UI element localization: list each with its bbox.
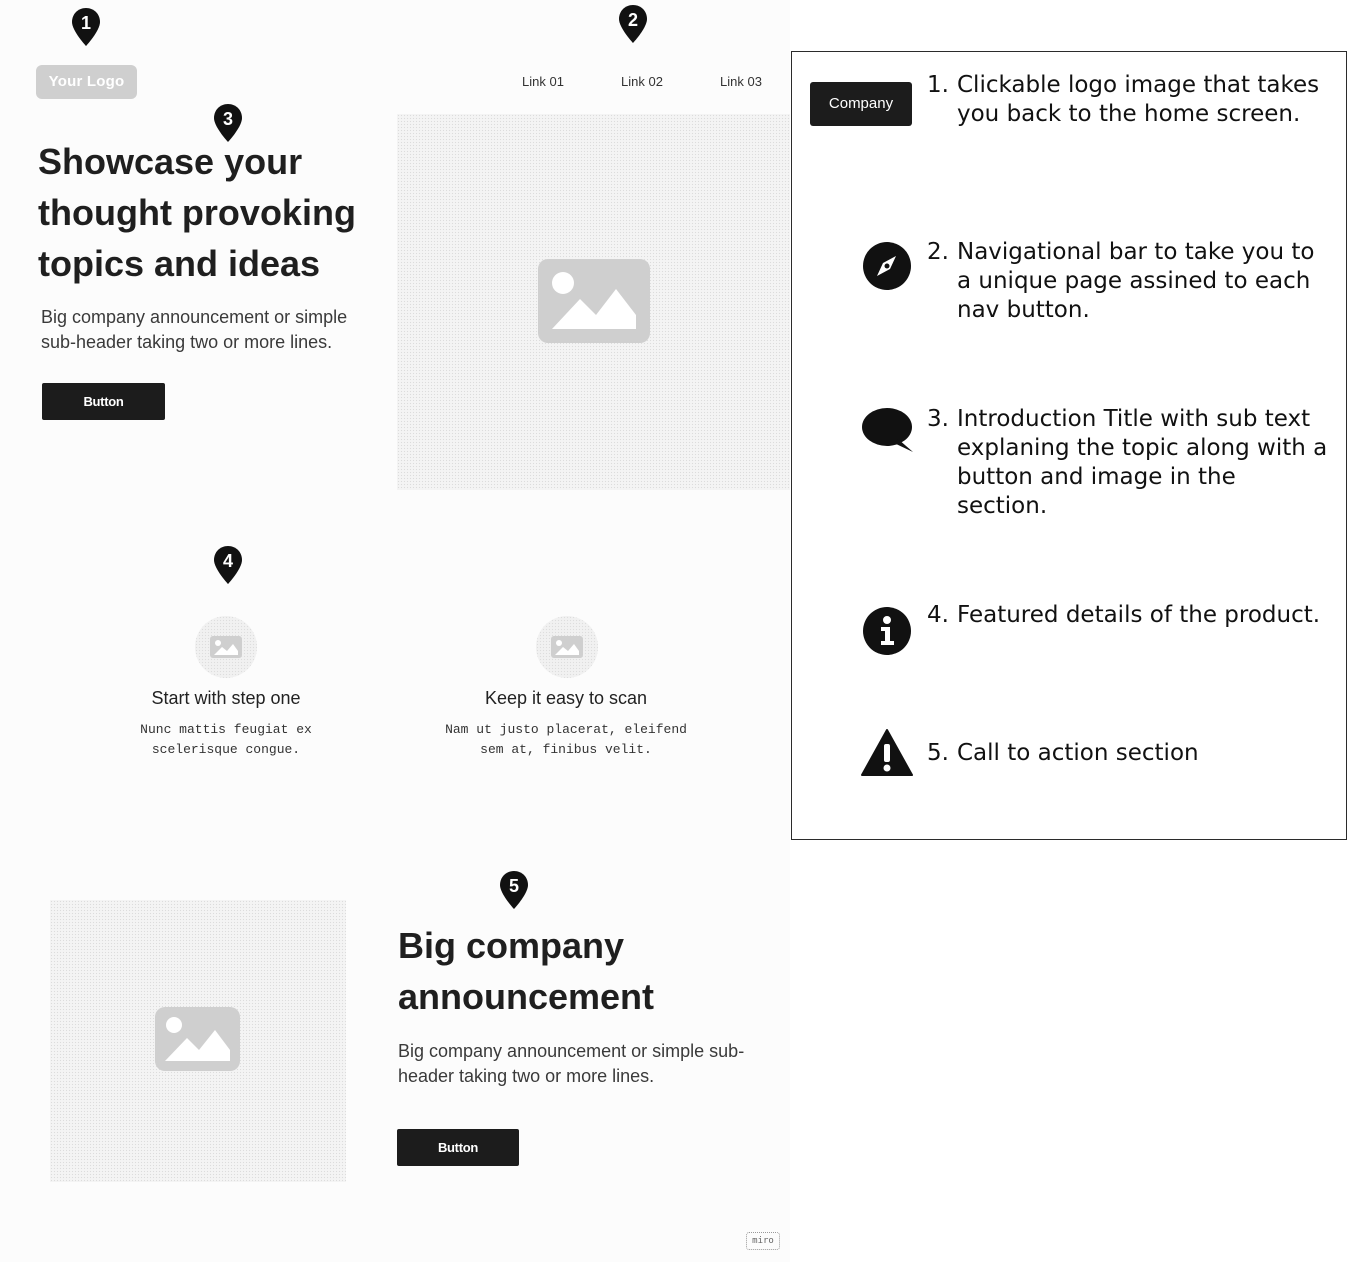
svg-text:3: 3 xyxy=(223,109,233,129)
cta-button[interactable]: Button xyxy=(397,1129,519,1166)
legend-item-text: Featured details of the product. xyxy=(957,602,1321,628)
image-icon xyxy=(538,259,650,343)
company-badge: Company xyxy=(810,82,912,126)
legend-item-number: 2. xyxy=(927,239,949,265)
legend-item-2: 2. Navigational bar to take you to a uni… xyxy=(927,238,1332,325)
legend-item-text: Navigational bar to take you to a unique… xyxy=(957,239,1315,323)
feature-2-text: Nam ut justo placerat, eleifend sem at, … xyxy=(445,722,687,757)
nav-link-02[interactable]: Link 02 xyxy=(621,74,663,89)
hero-title: Showcase your thought provoking topics a… xyxy=(38,141,356,284)
nav-link-01[interactable]: Link 01 xyxy=(522,74,564,89)
info-icon xyxy=(862,606,912,656)
legend-item-number: 3. xyxy=(927,406,949,432)
hero-image-placeholder xyxy=(397,114,790,490)
legend-item-text: Introduction Title with sub text explani… xyxy=(957,406,1328,519)
legend-item-text: Clickable logo image that takes you back… xyxy=(957,72,1320,127)
image-icon xyxy=(155,1007,240,1071)
legend-item-5: 5. Call to action section xyxy=(927,739,1332,768)
image-icon xyxy=(551,636,583,658)
speech-bubble-icon xyxy=(862,405,913,455)
warning-icon xyxy=(861,728,913,778)
legend-item-4: 4. Featured details of the product. xyxy=(927,601,1332,630)
miro-watermark: miro xyxy=(746,1232,780,1250)
marker-1-pin-icon: 1 xyxy=(71,7,101,51)
marker-2-pin-icon: 2 xyxy=(618,4,648,48)
svg-text:2: 2 xyxy=(628,10,638,30)
compass-icon xyxy=(862,241,912,291)
feature-2-icon-circle xyxy=(536,616,598,678)
nav-link-03[interactable]: Link 03 xyxy=(720,74,762,89)
logo[interactable]: Your Logo xyxy=(36,65,137,99)
legend-item-number: 1. xyxy=(927,72,949,98)
cta-title: Big company announcement xyxy=(398,925,655,1017)
legend-item-number: 4. xyxy=(927,602,949,628)
marker-5-pin-icon: 5 xyxy=(499,870,529,914)
hero-subtitle: Big company announcement or simple sub-h… xyxy=(41,307,348,352)
feature-1-icon-circle xyxy=(195,616,257,678)
legend-item-number: 5. xyxy=(927,740,949,766)
feature-1-text: Nunc mattis feugiat ex scelerisque congu… xyxy=(140,722,312,757)
svg-text:4: 4 xyxy=(223,551,233,571)
cta-image-placeholder xyxy=(50,900,346,1182)
marker-4-pin-icon: 4 xyxy=(213,545,243,589)
legend-item-3: 3. Introduction Title with sub text expl… xyxy=(927,405,1332,521)
hero-button[interactable]: Button xyxy=(42,383,165,420)
svg-text:5: 5 xyxy=(509,876,519,896)
svg-text:1: 1 xyxy=(81,13,91,33)
image-icon xyxy=(210,636,242,658)
legend-item-text: Call to action section xyxy=(957,740,1199,766)
legend-item-1: 1. Clickable logo image that takes you b… xyxy=(927,71,1332,129)
cta-subtitle: Big company announcement or simple sub-h… xyxy=(398,1041,745,1086)
feature-2-title: Keep it easy to scan xyxy=(484,688,648,708)
feature-1-title: Start with step one xyxy=(151,688,301,708)
